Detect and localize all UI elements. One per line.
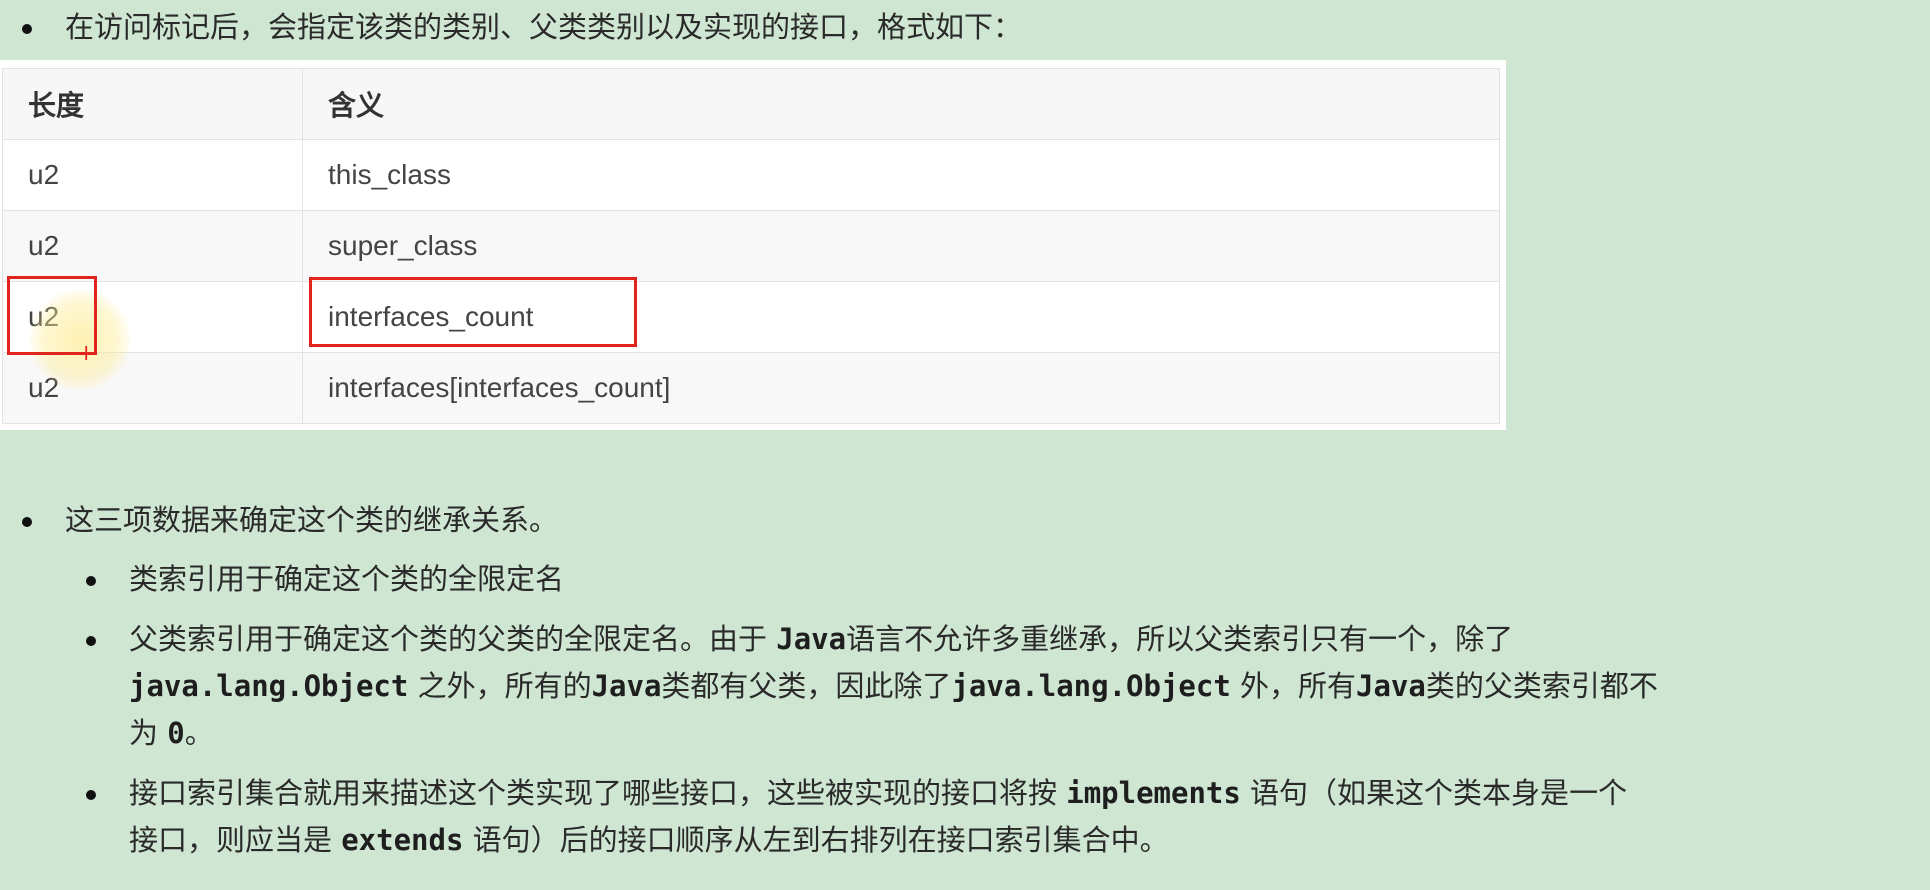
- table-header-row: 长度 含义: [2, 68, 1500, 140]
- table-row: u2 super_class: [2, 210, 1500, 282]
- bullet-icon: [86, 636, 96, 646]
- bullet-icon: [22, 517, 32, 527]
- table-row: u2 interfaces[interfaces_count]: [2, 352, 1500, 424]
- bullet-icon: [86, 576, 96, 586]
- header-length: 长度: [2, 68, 303, 140]
- intro-text: 在访问标记后，会指定该类的类别、父类类别以及实现的接口，格式如下：: [65, 10, 1023, 44]
- cell-meaning: this_class: [302, 139, 1500, 211]
- note-main: 这三项数据来确定这个类的继承关系。: [65, 503, 559, 537]
- header-meaning: 含义: [302, 68, 1500, 140]
- cell-meaning: super_class: [302, 210, 1500, 282]
- format-table-container: 长度 含义 u2 this_class u2 super_class u2 in…: [0, 60, 1506, 430]
- note-sub2: 父类索引用于确定这个类的父类的全限定名。由于 Java语言不允许多重继承，所以父…: [129, 622, 1658, 750]
- note-sub3: 接口索引集合就用来描述这个类实现了哪些接口，这些被实现的接口将按 impleme…: [129, 776, 1628, 857]
- bullet-icon: [86, 790, 96, 800]
- cursor-crosshair-icon: +: [77, 341, 96, 366]
- note-sub1: 类索引用于确定这个类的全限定名: [129, 562, 565, 596]
- bullet-icon: [22, 24, 32, 34]
- cell-length: u2: [2, 210, 303, 282]
- format-table: 长度 含义 u2 this_class u2 super_class u2 in…: [2, 68, 1500, 424]
- table-row: u2 this_class: [2, 139, 1500, 211]
- annotation-box-meaning: [309, 277, 637, 347]
- cell-meaning: interfaces[interfaces_count]: [302, 352, 1500, 424]
- cell-length: u2: [2, 139, 303, 211]
- table-row: u2 interfaces_count: [2, 281, 1500, 353]
